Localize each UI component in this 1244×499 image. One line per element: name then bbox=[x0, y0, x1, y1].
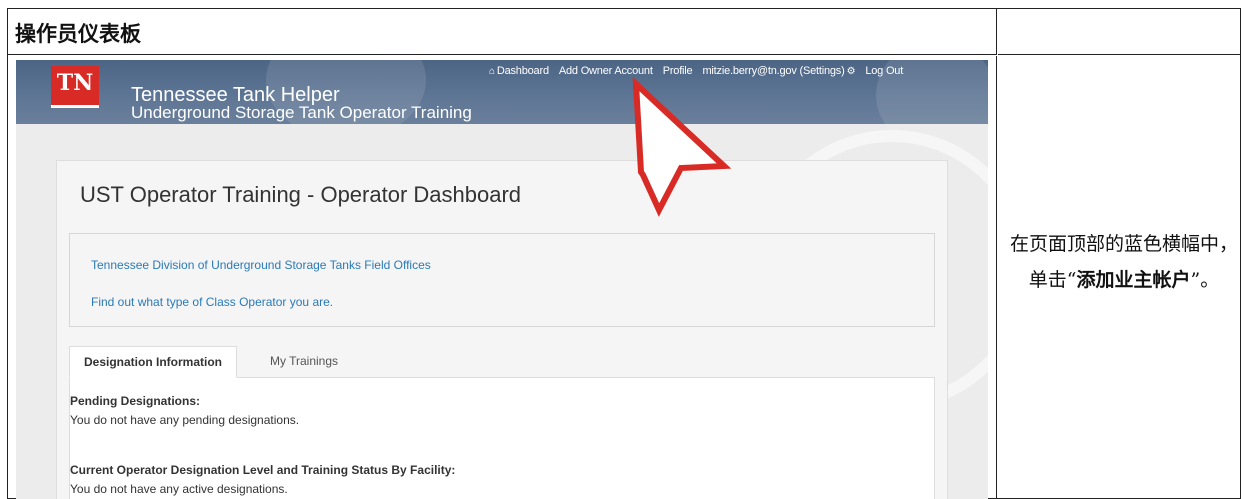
current-designation-text: You do not have any active designations. bbox=[70, 482, 288, 496]
top-banner: TN Tennessee Tank Helper Underground Sto… bbox=[16, 60, 988, 124]
document-header-empty-cell bbox=[998, 9, 1240, 55]
instruction-suffix: ”。 bbox=[1190, 269, 1220, 291]
gear-icon: ⚙ bbox=[846, 65, 856, 77]
nav-profile-label: Profile bbox=[662, 65, 693, 77]
nav-add-owner-account-link[interactable]: Add Owner Account bbox=[559, 65, 653, 77]
dashboard-panel: UST Operator Training - Operator Dashboa… bbox=[56, 160, 948, 499]
current-designation-heading: Current Operator Designation Level and T… bbox=[70, 463, 456, 477]
nav-logout-link[interactable]: Log Out bbox=[865, 65, 903, 77]
pending-designations-text: You do not have any pending designations… bbox=[70, 413, 300, 427]
tab-bar: Designation Information My Trainings bbox=[69, 346, 935, 378]
screenshot-cell: TN Tennessee Tank Helper Underground Sto… bbox=[8, 56, 997, 499]
home-icon: ⌂ bbox=[489, 65, 495, 77]
top-navigation: ⌂ Dashboard Add Owner Account Profile mi… bbox=[489, 65, 903, 77]
document-table: 操作员仪表板 TN Tennessee Tank Helper Undergro… bbox=[7, 8, 1241, 499]
instruction-highlight: 添加业主帐户 bbox=[1076, 269, 1191, 291]
document-header-cell: 操作员仪表板 bbox=[8, 9, 997, 55]
document-title: 操作员仪表板 bbox=[15, 22, 141, 46]
nav-dashboard-label: Dashboard bbox=[496, 65, 549, 77]
tab-my-trainings[interactable]: My Trainings bbox=[256, 346, 352, 378]
tab-designation-information[interactable]: Designation Information bbox=[69, 346, 237, 378]
tab-content: Pending Designations: You do not have an… bbox=[69, 378, 935, 499]
nav-profile-link[interactable]: Profile bbox=[663, 65, 693, 77]
field-offices-link[interactable]: Tennessee Division of Underground Storag… bbox=[91, 258, 431, 272]
nav-settings-link[interactable]: mitzie.berry@tn.gov (Settings) ⚙ bbox=[702, 65, 855, 77]
page-title: UST Operator Training - Operator Dashboa… bbox=[80, 182, 522, 207]
nav-dashboard-link[interactable]: ⌂ Dashboard bbox=[489, 65, 549, 77]
nav-add-owner-account-label: Add Owner Account bbox=[558, 65, 653, 77]
pending-designations-heading: Pending Designations: bbox=[70, 394, 201, 408]
site-title[interactable]: Tennessee Tank Helper bbox=[131, 85, 340, 105]
instruction-cell: 在页面顶部的蓝色横幅中，单击“添加业主帐户”。 bbox=[998, 56, 1240, 499]
nav-settings-label: mitzie.berry@tn.gov (Settings) bbox=[702, 65, 845, 77]
instruction-text: 在页面顶部的蓝色横幅中，单击“添加业主帐户”。 bbox=[1006, 226, 1242, 298]
site-subtitle: Underground Storage Tank Operator Traini… bbox=[131, 103, 472, 122]
tn-logo[interactable]: TN bbox=[51, 66, 99, 108]
embedded-screenshot: TN Tennessee Tank Helper Underground Sto… bbox=[16, 60, 988, 499]
nav-logout-label: Log Out bbox=[865, 65, 904, 77]
tn-logo-text: TN bbox=[56, 70, 94, 96]
class-operator-link[interactable]: Find out what type of Class Operator you… bbox=[91, 295, 333, 309]
resource-links-box: Tennessee Division of Underground Storag… bbox=[69, 233, 935, 327]
